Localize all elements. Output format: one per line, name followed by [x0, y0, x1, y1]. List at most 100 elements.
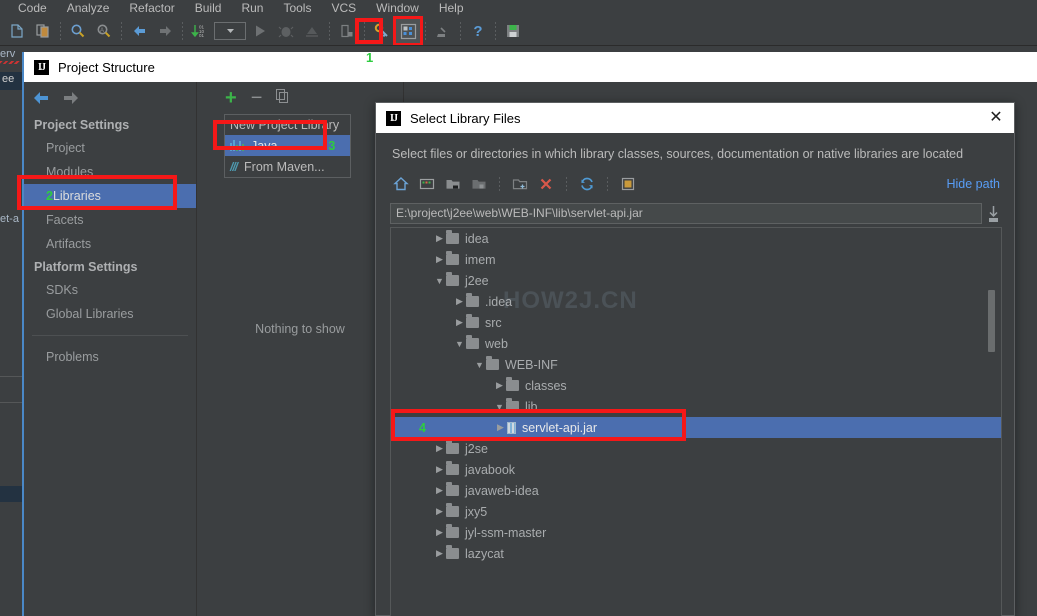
tree-row[interactable]: ▶ lazycat: [391, 543, 1002, 564]
menu-item-analyze[interactable]: Analyze: [57, 0, 120, 16]
chevron-right-icon[interactable]: ▶: [433, 506, 446, 517]
forward-icon[interactable]: [152, 18, 178, 44]
menu-item-window[interactable]: Window: [366, 0, 429, 16]
tree-row[interactable]: ▶ javaweb-idea: [391, 480, 1002, 501]
menu-item-run[interactable]: Run: [231, 0, 273, 16]
sidebar-item-problems[interactable]: Problems: [24, 345, 196, 369]
desktop-icon[interactable]: [416, 173, 438, 195]
save-all-icon[interactable]: [500, 18, 526, 44]
coverage-icon[interactable]: [299, 18, 325, 44]
back-arrow-icon[interactable]: [32, 89, 50, 107]
sidebar-item-facets[interactable]: Facets: [24, 208, 196, 232]
tree-row[interactable]: ▶ src: [391, 312, 1002, 333]
copy-icon[interactable]: [30, 18, 56, 44]
chevron-right-icon[interactable]: ▶: [433, 443, 446, 454]
menu-item-refactor[interactable]: Refactor: [119, 0, 184, 16]
hide-path-link[interactable]: Hide path: [946, 177, 1000, 191]
help-icon[interactable]: ?: [465, 18, 491, 44]
sidebar-item-modules[interactable]: Modules: [24, 160, 196, 184]
chevron-down-icon[interactable]: ▼: [453, 339, 466, 349]
tree-row[interactable]: ▶ jyl-ssm-master: [391, 522, 1002, 543]
folder-icon: [466, 338, 479, 349]
tree-row[interactable]: ▶ imem: [391, 249, 1002, 270]
chevron-right-icon[interactable]: ▶: [493, 380, 506, 391]
show-hidden-icon[interactable]: [617, 173, 639, 195]
delete-icon[interactable]: [535, 173, 557, 195]
toolbar-separator: [495, 22, 496, 40]
run-icon[interactable]: [247, 18, 273, 44]
new-library-item-from-maven[interactable]: /// From Maven...: [225, 156, 350, 177]
tree-row[interactable]: ▼ WEB-INF: [391, 354, 1002, 375]
folder-icon: [446, 233, 459, 244]
project-structure-icon[interactable]: [395, 18, 421, 44]
update-project-icon[interactable]: 011001: [187, 18, 213, 44]
tree-row[interactable]: ▶ idea: [391, 228, 1002, 249]
new-library-item-java[interactable]: Java 3: [225, 135, 350, 156]
sidebar-item-global-libraries[interactable]: Global Libraries: [24, 302, 196, 326]
home-icon[interactable]: [390, 173, 412, 195]
back-icon[interactable]: [126, 18, 152, 44]
sidebar-item-artifacts[interactable]: Artifacts: [24, 232, 196, 256]
chevron-down-icon[interactable]: ▼: [433, 276, 446, 286]
settings-icon[interactable]: [369, 18, 395, 44]
toolbar-separator: [60, 22, 61, 40]
menu-item-help[interactable]: Help: [429, 0, 474, 16]
project-folder-icon[interactable]: [442, 173, 464, 195]
tree-vertical-scrollbar[interactable]: [988, 290, 995, 352]
path-input[interactable]: E:\project\j2ee\web\WEB-INF\lib\servlet-…: [390, 203, 982, 224]
chevron-right-icon[interactable]: ▶: [433, 254, 446, 265]
toolbar-separator: [329, 22, 330, 40]
search-icon[interactable]: [65, 18, 91, 44]
menu-item-code[interactable]: Code: [8, 0, 57, 16]
module-folder-icon[interactable]: [468, 173, 490, 195]
sidebar-item-project[interactable]: Project: [24, 136, 196, 160]
close-icon[interactable]: ✕: [986, 110, 1006, 126]
chevron-right-icon[interactable]: ▶: [453, 296, 466, 307]
editor-tab-marker-2[interactable]: [0, 486, 22, 502]
folder-icon: [506, 401, 519, 412]
forward-arrow-icon[interactable]: [62, 89, 80, 107]
chevron-down-icon[interactable]: ▼: [493, 402, 506, 412]
new-folder-icon[interactable]: [509, 173, 531, 195]
sdk-manager-icon[interactable]: [430, 18, 456, 44]
sidebar-item-sdks[interactable]: SDKs: [24, 278, 196, 302]
refresh-icon[interactable]: [576, 173, 598, 195]
tree-row[interactable]: ▶ j2se: [391, 438, 1002, 459]
menu-item-tools[interactable]: Tools: [273, 0, 321, 16]
tree-row[interactable]: ▼ web: [391, 333, 1002, 354]
new-file-icon[interactable]: [4, 18, 30, 44]
chevron-down-icon[interactable]: ▼: [473, 360, 486, 370]
tree-row[interactable]: ▶ javabook: [391, 459, 1002, 480]
tree-row[interactable]: ▶ classes: [391, 375, 1002, 396]
tree-row[interactable]: ▼ j2ee: [391, 270, 1002, 291]
tree-row-label: lib: [525, 400, 538, 414]
search-structurally-icon[interactable]: A: [91, 18, 117, 44]
copy-icon[interactable]: [276, 89, 290, 107]
chevron-right-icon[interactable]: ▶: [433, 233, 446, 244]
menu-item-build[interactable]: Build: [185, 0, 232, 16]
chevron-right-icon[interactable]: ▶: [433, 464, 446, 475]
remove-icon[interactable]: −: [251, 89, 263, 107]
tree-row-selected[interactable]: 4 ▶ servlet-api.jar: [391, 417, 1002, 438]
debug-icon[interactable]: [273, 18, 299, 44]
chevron-right-icon[interactable]: ▶: [433, 548, 446, 559]
tree-row-label: idea: [465, 232, 489, 246]
run-configurations-dropdown[interactable]: [213, 18, 247, 44]
folder-icon: [446, 485, 459, 496]
tree-row-label: servlet-api.jar: [522, 421, 597, 435]
tree-row[interactable]: ▶ jxy5: [391, 501, 1002, 522]
chevron-right-icon[interactable]: ▶: [453, 317, 466, 328]
history-dropdown-icon[interactable]: [986, 204, 1000, 224]
tree-row[interactable]: ▶ .idea: [391, 291, 1002, 312]
sidebar-item-libraries[interactable]: 2Libraries: [24, 184, 196, 208]
project-structure-titlebar: IJ Project Structure: [24, 52, 1037, 82]
folder-icon: [446, 506, 459, 517]
chevron-right-icon[interactable]: ▶: [433, 485, 446, 496]
menu-item-vcs[interactable]: VCS: [321, 0, 366, 16]
chevron-right-icon[interactable]: ▶: [433, 527, 446, 538]
chevron-right-icon[interactable]: ▶: [494, 422, 507, 433]
file-tree[interactable]: HOW2J.CN ▶ idea ▶ imem ▼ j2ee ▶: [390, 227, 1002, 616]
tree-row[interactable]: ▼ lib: [391, 396, 1002, 417]
add-icon[interactable]: +: [225, 89, 237, 107]
build-module-icon[interactable]: [334, 18, 360, 44]
